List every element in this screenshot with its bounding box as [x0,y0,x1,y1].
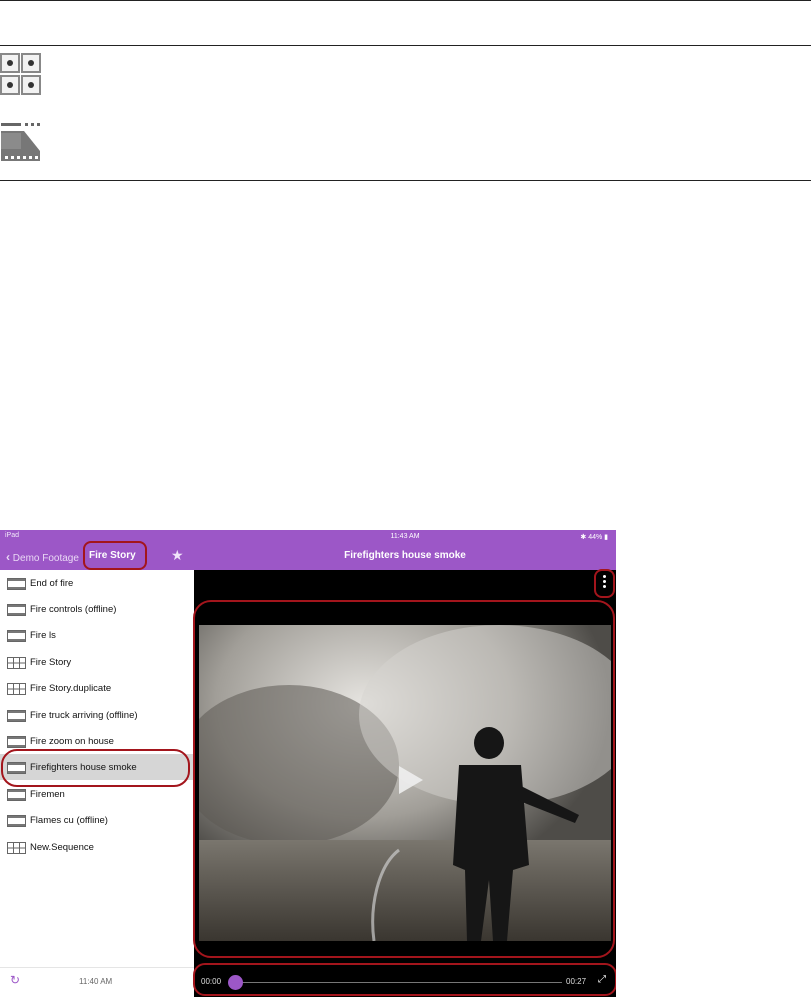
list-item-label: Fire ls [30,630,56,641]
back-button[interactable]: ‹ Demo Footage [6,550,79,564]
annotation-ring-more-options [594,569,615,598]
device-label: iPad [5,532,20,539]
annotation-ring-video [193,600,615,958]
list-item-label: Fire Story.duplicate [30,683,112,694]
list-item[interactable]: Fire ls [0,622,194,648]
list-item-label: Fire truck arriving (offline) [30,710,138,721]
list-item[interactable]: Fire Story [0,649,194,675]
list-item-label: Fire Story [30,657,72,668]
player-title: Firefighters house smoke [344,550,466,561]
clip-film-icon [7,630,26,642]
list-item-label: Firemen [30,789,65,800]
sequence-grid-icon [0,53,41,95]
clip-film-icon [7,736,26,748]
top-rule [0,0,811,1]
legend-bottom-rule [0,180,811,181]
legend-top-rule [0,45,811,46]
list-item[interactable]: Fire truck arriving (offline) [0,702,194,728]
ipad-screen: iPad ‹ Demo Footage Fire Story ★ End of … [0,530,616,997]
list-item[interactable]: New.Sequence [0,834,194,860]
list-item[interactable]: Fire controls (offline) [0,596,194,622]
sequence-grid-icon [7,683,26,695]
clip-film-icon [7,789,26,801]
annotation-ring-selected-item [1,749,190,787]
star-icon[interactable]: ★ [171,547,184,564]
clip-film-icon [7,710,26,722]
annotation-ring-folder [83,541,147,570]
list-item[interactable]: Flames cu (offline) [0,807,194,833]
player-header: 11:43 AM ✱ 44% ▮ Firefighters house smok… [194,530,616,570]
list-item-label: New.Sequence [30,842,94,853]
list-item-label: Flames cu (offline) [30,815,108,826]
browser-footer: ↻ 11:40 AM [0,967,194,997]
list-item[interactable]: Fire Story.duplicate [0,675,194,701]
back-label: Demo Footage [12,553,79,564]
clip-film-icon [7,578,26,590]
clip-film-icon [7,604,26,616]
battery-indicator: ✱ 44% ▮ [580,534,608,541]
chevron-left-icon: ‹ [6,550,10,564]
sequence-grid-icon [7,842,26,854]
clip-film-icon [1,123,40,161]
list-item-label: End of fire [30,578,74,589]
annotation-ring-playback-bar [193,963,616,996]
list-item-label: Fire zoom on house [30,736,114,747]
list-item-label: Fire controls (offline) [30,604,117,615]
clip-film-icon [7,815,26,827]
last-updated-time: 11:40 AM [79,977,113,986]
status-time: 11:43 AM [390,533,420,540]
sequence-grid-icon [7,657,26,669]
refresh-icon[interactable]: ↻ [10,973,20,987]
list-item[interactable]: End of fire [0,570,194,596]
battery-label: 44% [588,534,603,541]
